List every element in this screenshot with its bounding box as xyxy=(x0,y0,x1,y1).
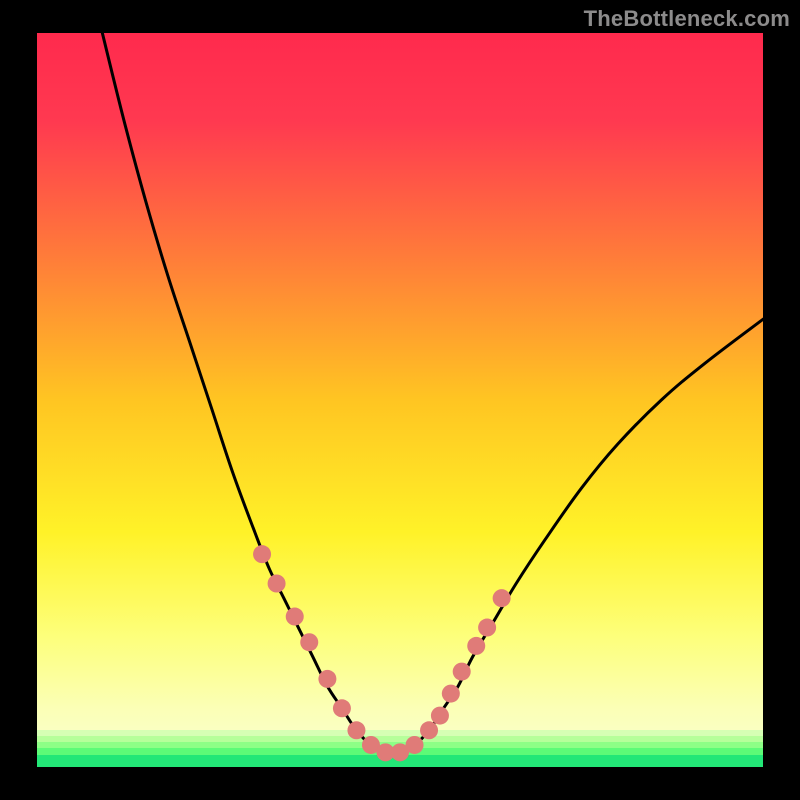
watermark-text: TheBottleneck.com xyxy=(584,6,790,32)
curve-marker xyxy=(453,663,471,681)
curve-marker xyxy=(431,707,449,725)
curve-marker xyxy=(406,736,424,754)
curve-marker xyxy=(253,545,271,563)
curve-marker xyxy=(286,608,304,626)
curve-marker xyxy=(493,589,511,607)
curve-marker xyxy=(268,575,286,593)
curve-marker xyxy=(333,699,351,717)
plot-background xyxy=(37,33,763,767)
curve-marker xyxy=(467,637,485,655)
curve-marker xyxy=(318,670,336,688)
curve-marker xyxy=(347,721,365,739)
curve-marker xyxy=(442,685,460,703)
chart-svg xyxy=(0,0,800,800)
chart-frame: TheBottleneck.com xyxy=(0,0,800,800)
curve-marker xyxy=(300,633,318,651)
curve-marker xyxy=(478,619,496,637)
curve-marker xyxy=(420,721,438,739)
